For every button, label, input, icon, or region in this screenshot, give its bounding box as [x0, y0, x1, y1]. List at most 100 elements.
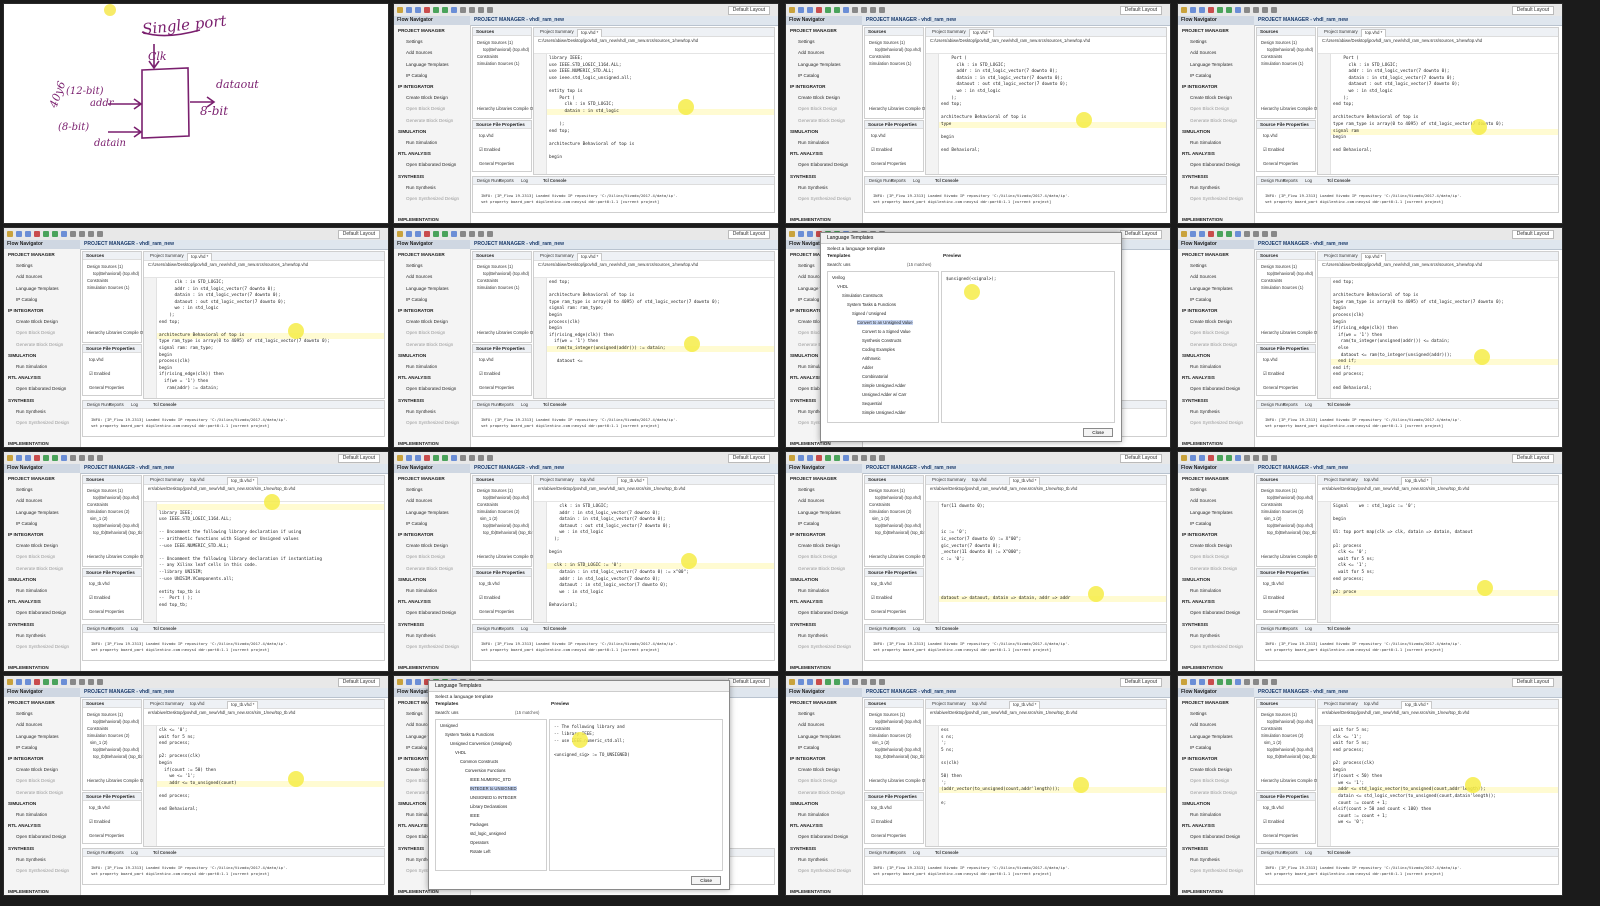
toolbar-icon[interactable] [406, 7, 412, 13]
console-tab[interactable]: Design Runs [477, 626, 501, 631]
flow-section-header[interactable]: SYNTHESIS [8, 622, 34, 627]
properties-tabs[interactable]: General Properties [89, 833, 124, 838]
console-tab[interactable]: Log [1305, 850, 1312, 855]
template-tree-item[interactable]: Packages [470, 822, 488, 827]
source-tree-item[interactable]: top(Behavioral) (top.vhd) [875, 523, 921, 528]
toolbar-icon[interactable] [433, 455, 439, 461]
toolbar-icon[interactable] [843, 455, 849, 461]
flow-section-header[interactable]: PROJECT MANAGER [1182, 28, 1229, 33]
toolbar-icon[interactable] [7, 231, 13, 237]
toolbar-icon[interactable] [397, 455, 403, 461]
console-tab[interactable]: Log [131, 626, 138, 631]
toolbar-icon[interactable] [79, 455, 85, 461]
flow-section-header[interactable]: SYNTHESIS [398, 398, 424, 403]
toolbar-icon[interactable] [25, 231, 31, 237]
console-tab[interactable]: Log [521, 402, 528, 407]
console-tab[interactable]: Tcl Console [543, 402, 566, 407]
toolbar-icon[interactable] [406, 679, 412, 685]
source-tree-item[interactable]: Constraints [477, 278, 498, 283]
flow-section-header[interactable]: RTL ANALYSIS [1182, 599, 1215, 604]
flow-section-header[interactable]: IP INTEGRATOR [398, 308, 433, 313]
flow-item[interactable]: Run Synthesis [406, 409, 436, 414]
flow-item[interactable]: IP Catalog [406, 745, 427, 750]
console-tab[interactable]: Log [521, 626, 528, 631]
flow-section-header[interactable]: SYNTHESIS [398, 622, 424, 627]
toolbar-icon[interactable] [1199, 231, 1205, 237]
editor-tab[interactable]: top.vhd [187, 701, 207, 706]
editor-tab[interactable]: Project Summary [929, 477, 969, 482]
flow-section-header[interactable]: RTL ANALYSIS [1182, 823, 1215, 828]
toolbar-icon[interactable] [88, 231, 94, 237]
source-tree-item[interactable]: Design Sources (1) [87, 264, 123, 269]
flow-section-header[interactable]: PROJECT MANAGER [790, 700, 837, 705]
flow-item[interactable]: Create Block Design [16, 767, 58, 772]
toolbar-icon[interactable] [825, 7, 831, 13]
editor-tab[interactable]: Project Summary [147, 477, 187, 482]
toolbar-icon[interactable] [460, 231, 466, 237]
toolbar-icon[interactable] [16, 231, 22, 237]
toolbar-icon[interactable] [1181, 7, 1187, 13]
flow-section-header[interactable]: IP INTEGRATOR [790, 756, 825, 761]
flow-section-header[interactable]: SYNTHESIS [398, 846, 424, 851]
toolbar-icon[interactable] [1262, 231, 1268, 237]
toolbar-icon[interactable] [1199, 455, 1205, 461]
toolbar-icon[interactable] [460, 7, 466, 13]
flow-item[interactable]: Create Block Design [1190, 767, 1232, 772]
source-tree-item[interactable]: Constraints [869, 502, 890, 507]
source-tree-item[interactable]: Design Sources (1) [1261, 40, 1297, 45]
properties-tabs[interactable]: General Properties [1263, 161, 1298, 166]
toolbar-icon[interactable] [1253, 7, 1259, 13]
source-tree-item[interactable]: Simulation Sources (1) [869, 61, 911, 66]
code-area[interactable]: end top; architecture Behavioral of top i… [1318, 278, 1558, 398]
flow-item[interactable]: Settings [406, 711, 423, 716]
flow-section-header[interactable]: RTL ANALYSIS [398, 823, 431, 828]
toolbar-icon[interactable] [97, 679, 103, 685]
video-frame[interactable]: Default Layout Flow Navigator PROJECT MANA… [785, 3, 1171, 224]
flow-item[interactable]: Settings [798, 39, 815, 44]
flow-item[interactable]: Language Templates [16, 286, 59, 291]
close-button[interactable]: Close [691, 876, 721, 885]
code-area[interactable]: for(11 downto 0); ic := '0'; ic_vector(7 d… [926, 502, 1166, 622]
source-tree-item[interactable]: Simulation Sources (1) [1261, 61, 1303, 66]
code-area[interactable]: library IEEE; use IEEE.STD_LOGIC_1164.ALL… [144, 502, 384, 622]
console-tab[interactable]: Log [913, 850, 920, 855]
code-editor[interactable]: Project Summary top.vhd top_tb.vhd * ers/ab… [143, 699, 385, 847]
flow-item[interactable]: Create Block Design [1190, 319, 1232, 324]
flow-section-header[interactable]: PROJECT MANAGER [8, 252, 55, 257]
console-tab[interactable]: Reports [891, 626, 906, 631]
video-frame[interactable]: Default Layout Flow Navigator PROJECT MANA… [1177, 227, 1563, 448]
console-tab[interactable]: Log [1305, 626, 1312, 631]
layout-selector[interactable]: Default Layout [1511, 454, 1554, 463]
toolbar-icon[interactable] [469, 231, 475, 237]
toolbar-icon[interactable] [1181, 231, 1187, 237]
template-tree-item[interactable]: VHDL [455, 750, 466, 755]
enabled-checkbox[interactable]: ☑ Enabled [1263, 371, 1284, 377]
flow-item[interactable]: Settings [798, 711, 815, 716]
flow-item[interactable]: Open Elaborated Design [406, 386, 456, 391]
flow-section-header[interactable]: SIMULATION [790, 129, 818, 134]
toolbar-icon[interactable] [79, 679, 85, 685]
source-tree-item[interactable]: Design Sources (1) [1261, 712, 1297, 717]
template-search-input[interactable]: Search: uns [435, 710, 458, 715]
flow-section-header[interactable]: IP INTEGRATOR [8, 756, 43, 761]
flow-section-header[interactable]: SIMULATION [790, 577, 818, 582]
source-tree-item[interactable]: top(Behavioral) (top.vhd) [93, 271, 139, 276]
flow-item[interactable]: Run Synthesis [798, 185, 828, 190]
editor-tab[interactable]: top.vhd * [577, 253, 603, 261]
flow-item[interactable]: Language Templates [16, 734, 59, 739]
flow-section-header[interactable]: PROJECT MANAGER [398, 28, 445, 33]
toolbar-icon[interactable] [397, 679, 403, 685]
flow-item[interactable]: Add Sources [406, 274, 432, 279]
toolbar-icon[interactable] [816, 679, 822, 685]
toolbar-icon[interactable] [879, 7, 885, 13]
layout-selector[interactable]: Default Layout [337, 678, 380, 687]
source-view-tabs[interactable]: Hierarchy Libraries Compile Order [87, 554, 151, 559]
flow-item[interactable]: Run Synthesis [1190, 409, 1220, 414]
console-tab[interactable]: Design Runs [87, 626, 111, 631]
toolbar-icon[interactable] [1181, 455, 1187, 461]
toolbar-icon[interactable] [852, 7, 858, 13]
toolbar-icon[interactable] [825, 455, 831, 461]
flow-item[interactable]: Language Templates [1190, 286, 1233, 291]
editor-tab[interactable]: top_tb.vhd * [1009, 701, 1041, 709]
console-tab[interactable]: Log [913, 178, 920, 183]
